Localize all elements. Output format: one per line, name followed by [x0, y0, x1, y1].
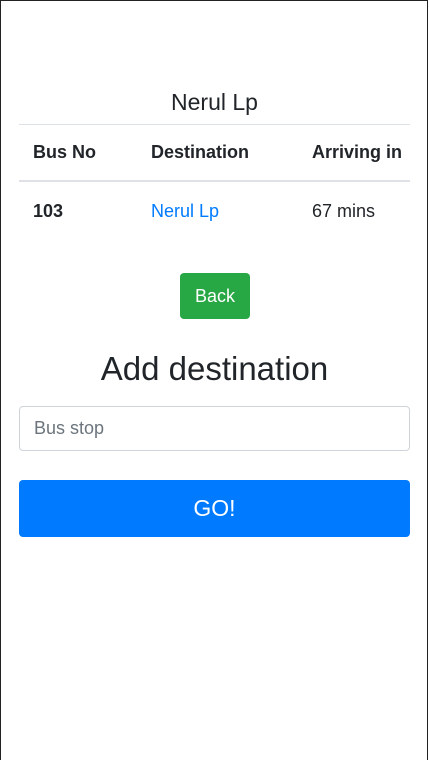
- header-arriving-in: Arriving in: [312, 141, 403, 162]
- destination-cell: Nerul Lp: [137, 181, 298, 241]
- stop-title: Nerul Lp: [171, 89, 258, 115]
- bus-stop-input[interactable]: [19, 406, 410, 451]
- go-button[interactable]: GO!: [19, 480, 410, 537]
- arrival-time-cell: 67 mins: [312, 200, 376, 221]
- bus-number-cell: 103: [33, 200, 64, 221]
- add-destination-title: Add destination: [100, 350, 329, 387]
- header-destination: Destination: [151, 141, 250, 162]
- table-header-row: Bus No Destination Arriving in: [19, 124, 410, 181]
- arrivals-table: Bus No Destination Arriving in 103 Nerul…: [19, 124, 410, 241]
- header-bus-no: Bus No: [33, 141, 96, 162]
- destination-link[interactable]: Nerul Lp: [151, 201, 219, 221]
- table-row: 103 Nerul Lp 67 mins: [19, 181, 410, 241]
- back-button[interactable]: Back: [180, 273, 250, 319]
